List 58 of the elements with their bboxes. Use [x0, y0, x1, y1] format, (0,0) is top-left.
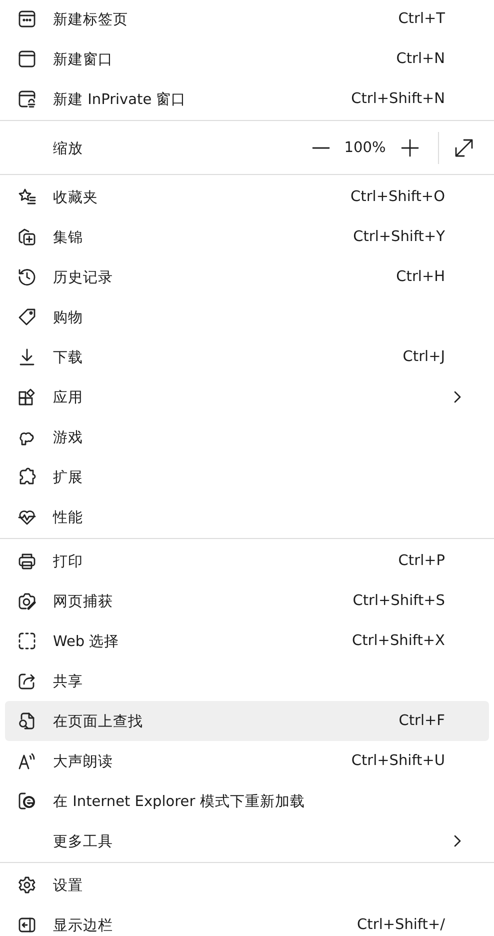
- menu-item[interactable]: 设置: [5, 865, 489, 905]
- shortcut-text: Ctrl+F: [398, 713, 445, 729]
- shortcut-text: Ctrl+J: [402, 349, 445, 365]
- minus-icon: [312, 146, 330, 150]
- shortcut-text: Ctrl+Shift+N: [351, 91, 445, 107]
- shortcut-text: Ctrl+N: [396, 51, 445, 67]
- shortcut-text: Ctrl+Shift+/: [357, 917, 445, 933]
- collection-icon: [17, 227, 37, 247]
- menu-item[interactable]: 更多工具: [5, 821, 489, 861]
- menu-item[interactable]: 新建 InPrivate 窗口 Ctrl+Shift+N: [5, 79, 489, 119]
- tag-icon: [17, 307, 37, 327]
- menu-item[interactable]: 收藏夹 Ctrl+Shift+O: [5, 177, 489, 217]
- menu-item[interactable]: 应用: [5, 377, 489, 417]
- menu-item[interactable]: 打印 Ctrl+P: [5, 541, 489, 581]
- menu-item[interactable]: 新建窗口 Ctrl+N: [5, 39, 489, 79]
- menu-item[interactable]: 显示边栏 Ctrl+Shift+/: [5, 905, 489, 936]
- expand-arrow-icon: [453, 137, 475, 159]
- shortcut-text: Ctrl+Shift+Y: [353, 229, 445, 245]
- shortcut-text: Ctrl+T: [398, 11, 445, 27]
- find-page-icon: [17, 711, 37, 731]
- menu-item[interactable]: 下载 Ctrl+J: [5, 337, 489, 377]
- read-aloud-icon: [17, 751, 37, 771]
- shortcut-text: Ctrl+Shift+O: [350, 189, 445, 205]
- zoom-label: 缩放: [53, 140, 84, 158]
- sidebar-icon: [17, 915, 37, 935]
- menu-item[interactable]: 性能: [5, 497, 489, 537]
- clock-icon: [17, 267, 37, 287]
- puzzle-icon: [17, 467, 37, 487]
- menu-item[interactable]: 历史记录 Ctrl+H: [5, 257, 489, 297]
- menu-item[interactable]: 在 Internet Explorer 模式下重新加载: [5, 781, 489, 821]
- plus-icon: [400, 138, 420, 158]
- share-icon: [17, 671, 37, 691]
- menu-item[interactable]: 集锦 Ctrl+Shift+Y: [5, 217, 489, 257]
- window-icon: [17, 49, 37, 69]
- shortcut-text: Ctrl+H: [396, 269, 445, 285]
- menu-item[interactable]: Web 选择 Ctrl+Shift+X: [5, 621, 489, 661]
- settings-icon: [17, 875, 37, 895]
- menu-item[interactable]: 大声朗读 Ctrl+Shift+U: [5, 741, 489, 781]
- printer-icon: [17, 551, 37, 571]
- menu-item[interactable]: 新建标签页 Ctrl+T: [5, 0, 489, 39]
- tab-icon: [17, 9, 37, 29]
- menu-item[interactable]: 游戏: [5, 417, 489, 457]
- shortcut-text: Ctrl+Shift+U: [351, 753, 445, 769]
- menu-item[interactable]: 扩展: [5, 457, 489, 497]
- menu-item[interactable]: 网页捕获 Ctrl+Shift+S: [5, 581, 489, 621]
- ie-icon: [17, 791, 37, 811]
- zoom-value: 100%: [343, 140, 387, 156]
- shortcut-text: Ctrl+Shift+X: [352, 633, 445, 649]
- menu-item[interactable]: 共享: [5, 661, 489, 701]
- camera-pen-icon: [17, 591, 37, 611]
- shortcut-text: Ctrl+P: [398, 553, 445, 569]
- shortcut-text: Ctrl+Shift+S: [352, 593, 445, 609]
- menu-item[interactable]: 在页面上查找 Ctrl+F: [5, 701, 489, 741]
- apps-icon: [17, 387, 37, 407]
- menu-item[interactable]: 购物: [5, 297, 489, 337]
- download-icon: [17, 347, 37, 367]
- star-list-icon: [17, 187, 37, 207]
- private-window-icon: [17, 89, 37, 109]
